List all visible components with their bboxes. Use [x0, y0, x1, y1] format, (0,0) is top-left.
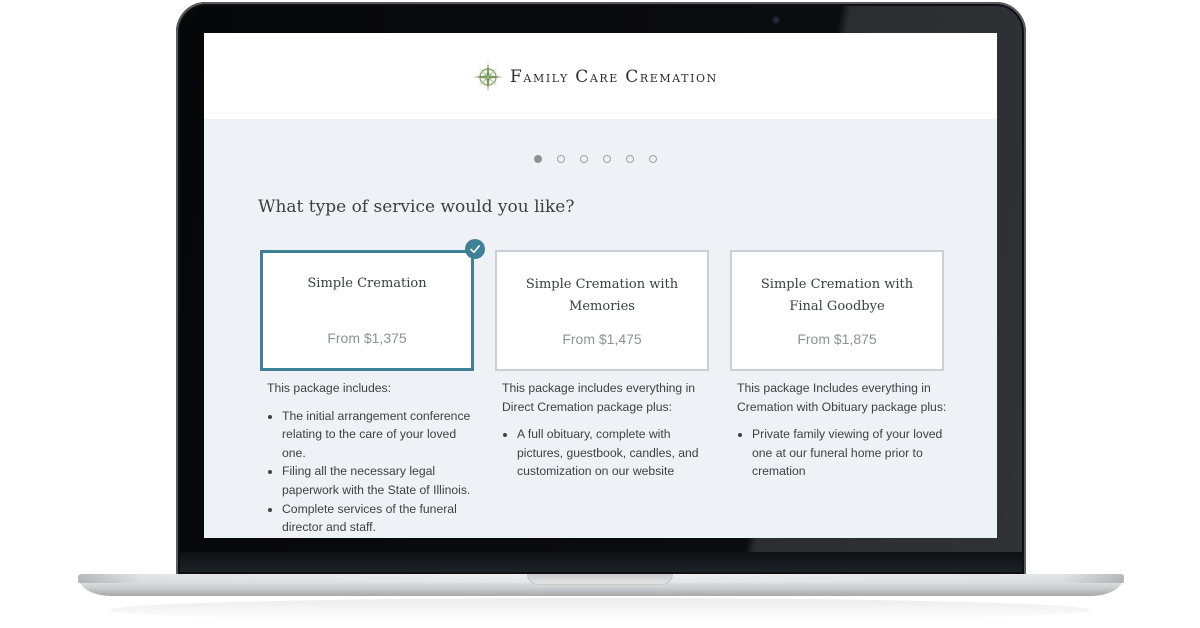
step-progress-dots [534, 155, 657, 163]
package-description-final-goodbye: This package Includes everything in Crem… [737, 379, 949, 481]
laptop-shadow [110, 598, 1090, 622]
webcam [772, 16, 780, 24]
site-header: Family Care Cremation [204, 33, 997, 119]
brand-word-1-initial: F [510, 67, 524, 87]
package-price: From $1,475 [562, 331, 642, 347]
package-description-memories: This package includes everything in Dire… [502, 379, 714, 481]
package-features: A full obituary, complete with pictures,… [502, 425, 714, 481]
compass-rose-icon [473, 62, 503, 92]
package-title: Simple Cremation with Final Goodbye [760, 277, 914, 314]
laptop-opening-notch [527, 574, 673, 585]
step-dot-3[interactable] [580, 155, 588, 163]
feature-item: Filing all the necessary legal paperwork… [282, 462, 479, 499]
package-intro: This package Includes everything in Crem… [737, 381, 947, 414]
selected-check-badge [465, 239, 485, 259]
question-heading: What type of service would you like? [258, 197, 575, 217]
package-card-final-goodbye[interactable]: Simple Cremation with Final Goodbye From… [730, 250, 944, 371]
package-title: Simple Cremation [307, 276, 427, 291]
package-price: From $1,875 [797, 331, 877, 347]
brand-name: Family Care Cremation [510, 67, 718, 87]
package-intro: This package includes everything in Dire… [502, 381, 696, 414]
checkmark-icon [470, 245, 480, 253]
step-dot-5[interactable] [626, 155, 634, 163]
package-title: Simple Cremation with Memories [525, 277, 679, 314]
laptop-screen: Family Care Cremation What type of servi… [204, 33, 997, 538]
brand-word-2-rest: are [589, 68, 619, 86]
step-dot-6[interactable] [649, 155, 657, 163]
package-features: The initial arrangement conference relat… [267, 407, 479, 537]
brand-word-1-rest: amily [523, 68, 569, 86]
package-card-simple-cremation[interactable]: Simple Cremation From $1,375 [260, 239, 485, 371]
feature-item: A full obituary, complete with pictures,… [517, 425, 714, 481]
package-card-memories[interactable]: Simple Cremation with Memories From $1,4… [495, 250, 709, 371]
feature-item: The initial arrangement conference relat… [282, 407, 479, 463]
laptop-bezel-bottom [180, 552, 1022, 572]
step-dot-2[interactable] [557, 155, 565, 163]
package-price: From $1,375 [327, 330, 407, 346]
brand-word-2-initial: C [575, 67, 590, 87]
brand-word-3-rest: remation [639, 68, 718, 86]
package-description-simple-cremation: This package includes: The initial arran… [267, 379, 479, 537]
brand-logo[interactable]: Family Care Cremation [472, 61, 718, 93]
package-intro: This package includes: [267, 381, 391, 395]
package-features: Private family viewing of your loved one… [737, 425, 949, 481]
step-dot-4[interactable] [603, 155, 611, 163]
feature-item: Complete services of the funeral directo… [282, 500, 479, 537]
step-dot-1[interactable] [534, 155, 542, 163]
feature-item: Private family viewing of your loved one… [752, 425, 949, 481]
brand-word-3-initial: C [625, 67, 640, 87]
